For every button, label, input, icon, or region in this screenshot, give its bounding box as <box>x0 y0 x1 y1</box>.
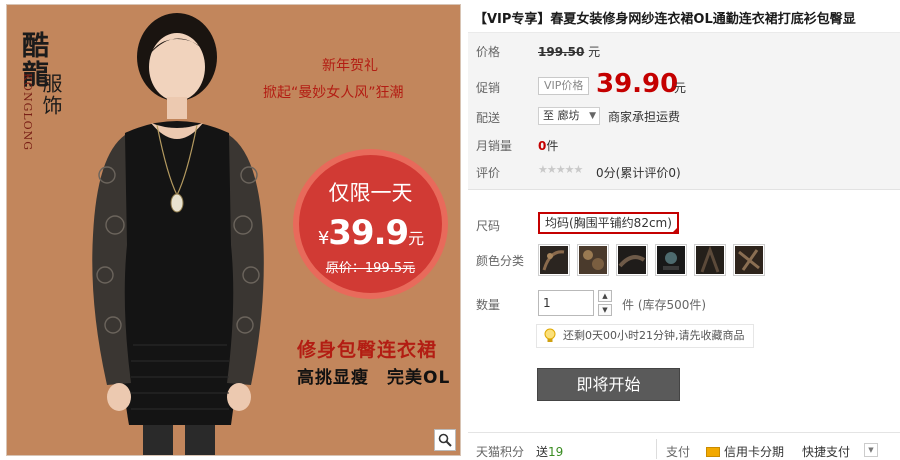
promo-label: 促销 <box>476 81 501 95</box>
buy-now-button[interactable]: 即将开始 <box>537 368 680 401</box>
color-swatch-list <box>538 244 765 276</box>
price-badge: 仅限一天 ¥39.9元 原价：199.5元 <box>293 149 448 299</box>
color-swatch[interactable] <box>616 244 648 276</box>
model-illustration <box>92 13 264 455</box>
color-label: 颜色分类 <box>476 254 525 268</box>
size-label: 尺码 <box>476 219 501 233</box>
promo-price: 39.90 <box>596 69 679 99</box>
color-swatch[interactable] <box>538 244 570 276</box>
lightbulb-icon <box>543 328 557 352</box>
size-option-selected[interactable]: 均码(胸围平铺约82cm) <box>538 212 679 234</box>
badge-title: 仅限一天 <box>328 181 413 205</box>
shipping-location-select[interactable]: 至 廊坊 ▼ <box>538 107 600 125</box>
selected-check-icon <box>670 226 679 234</box>
countdown-text: 还剩0天00小时21分钟,请先收藏商品 <box>563 329 745 342</box>
color-swatch[interactable] <box>577 244 609 276</box>
brand-sub: 服饰 <box>39 73 63 117</box>
payment-row: 天猫积分 送19 支付 信用卡分期 快捷支付 ▼ <box>468 432 900 460</box>
shipping-label: 配送 <box>476 111 501 125</box>
promo-price-unit: 元 <box>674 81 687 95</box>
credit-installment-link[interactable]: 信用卡分期 <box>706 443 784 460</box>
slogan-primary: 修身包臀连衣裙 <box>297 339 438 361</box>
color-swatch[interactable] <box>694 244 726 276</box>
rating-stars-icon: ★★★★★ <box>538 163 583 176</box>
rating-label: 评价 <box>476 166 501 180</box>
credit-card-icon <box>706 447 720 457</box>
sales-count: 0件 <box>538 139 559 153</box>
divider <box>656 439 657 459</box>
vip-price-tag: VIP价格 <box>538 77 590 95</box>
price-block: 价格 199.50 元 促销 VIP价格 39.90 元 配送 至 廊坊 ▼ 商家… <box>468 32 900 190</box>
quantity-increase-button[interactable]: ▲ <box>598 290 612 302</box>
pay-label: 支付 <box>666 445 691 459</box>
product-title: 【VIP专享】春夏女装修身网纱连衣裙OL通勤连衣裙打底衫包臀显 <box>474 12 856 27</box>
stock-info: 件 (库存500件) <box>622 298 707 312</box>
brand-name-en: KONGLONG <box>21 73 34 152</box>
magnifier-icon[interactable] <box>434 429 456 451</box>
product-detail-panel: 【VIP专享】春夏女装修身网纱连衣裙OL通勤连衣裙打底衫包臀显 价格 199.5… <box>468 0 900 460</box>
color-swatch[interactable] <box>733 244 765 276</box>
quantity-input[interactable] <box>538 290 594 316</box>
quick-pay-link[interactable]: 快捷支付 <box>802 443 850 460</box>
shipping-note: 商家承担运费 <box>608 110 681 124</box>
quantity-decrease-button[interactable]: ▼ <box>598 304 612 316</box>
color-swatch[interactable] <box>655 244 687 276</box>
chevron-down-icon: ▼ <box>589 111 596 121</box>
points-label: 天猫积分 <box>476 445 525 459</box>
sales-label: 月销量 <box>476 139 513 153</box>
product-image[interactable]: 酷龍 KONGLONG 服饰 新年贺礼 掀起“曼妙女人风”狂潮 仅限一天 ¥39… <box>6 4 461 456</box>
rating-text[interactable]: 0分(累计评价0) <box>596 164 681 181</box>
badge-price: ¥39.9元 <box>317 213 424 253</box>
promo-heading: 新年贺礼 <box>322 58 378 74</box>
price-label: 价格 <box>476 45 501 59</box>
quantity-label: 数量 <box>476 298 501 312</box>
chevron-down-icon[interactable]: ▼ <box>864 443 878 457</box>
slogan-secondary: 高挑显瘦 完美OL <box>297 368 451 388</box>
countdown-tip: 还剩0天00小时21分钟,请先收藏商品 <box>536 324 754 348</box>
badge-original-price: 原价：199.5元 <box>325 261 416 276</box>
original-price: 199.50 元 <box>538 45 601 59</box>
points-value: 送19 <box>536 445 564 459</box>
